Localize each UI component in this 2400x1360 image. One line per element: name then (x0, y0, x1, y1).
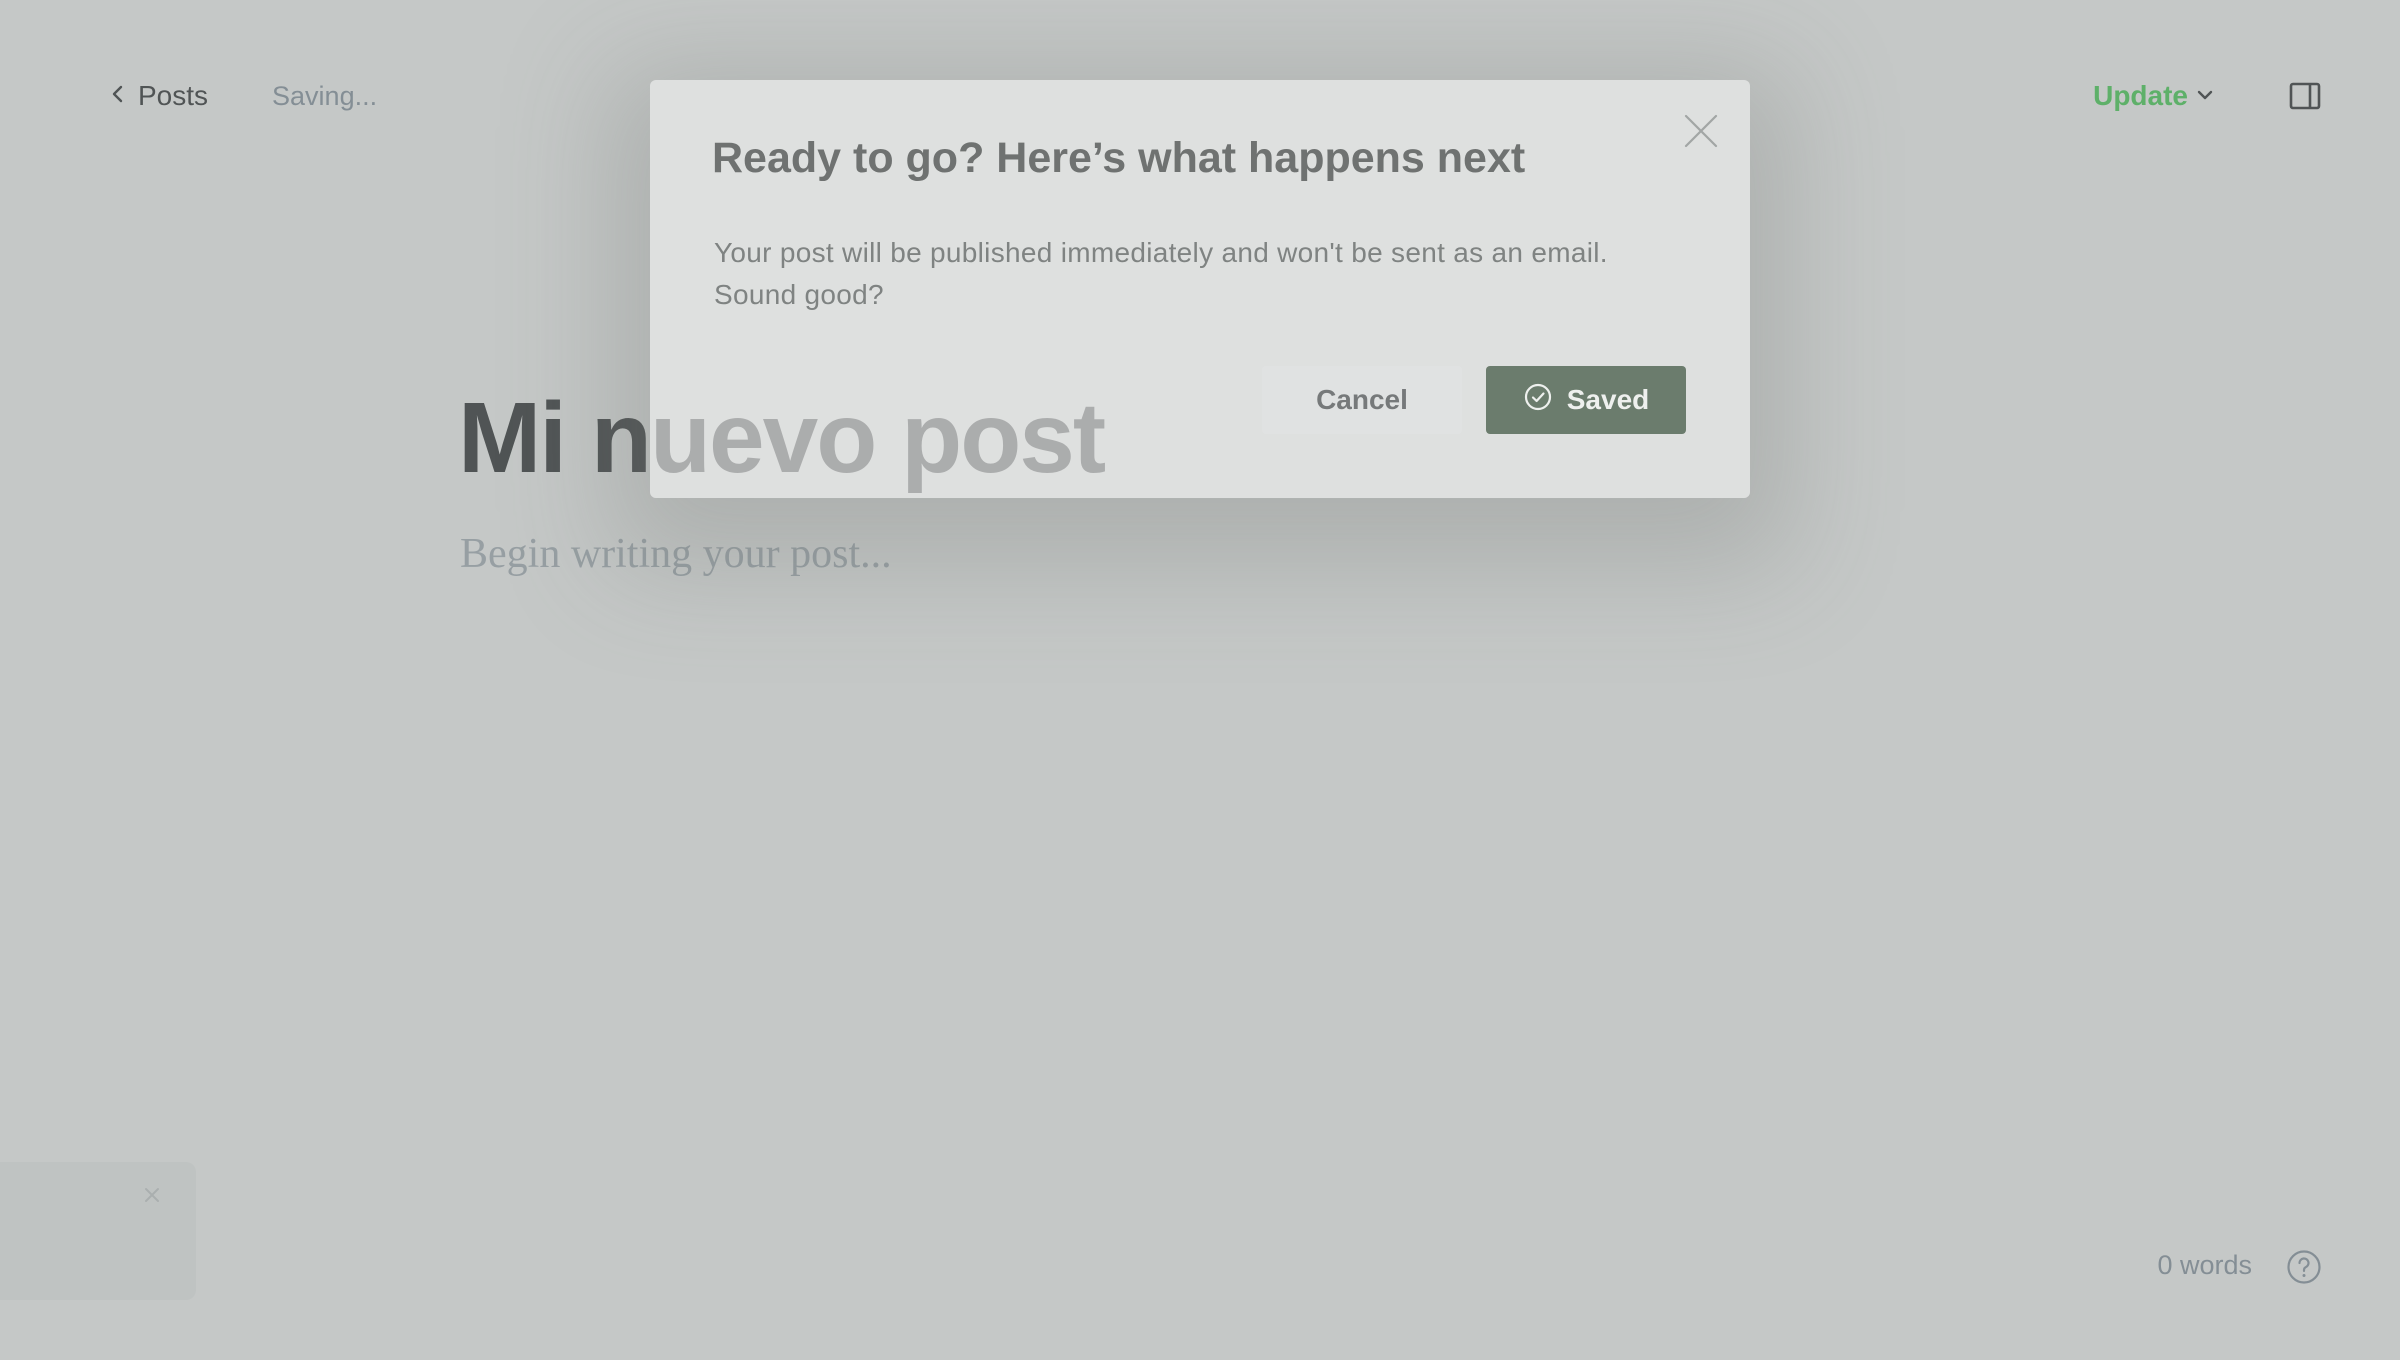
saved-button[interactable]: Saved (1486, 366, 1686, 434)
cancel-button[interactable]: Cancel (1262, 366, 1462, 434)
check-circle-icon (1523, 382, 1567, 419)
modal-message: Your post will be published immediately … (714, 237, 1608, 310)
saved-button-label: Saved (1566, 384, 1650, 415)
modal-actions: Cancel Saved (1262, 366, 1686, 434)
modal-title: Ready to go? Here’s what happens next (712, 134, 1526, 182)
publish-confirm-modal: Ready to go? Here’s what happens next Yo… (650, 80, 1750, 498)
close-icon[interactable] (1682, 112, 1720, 150)
